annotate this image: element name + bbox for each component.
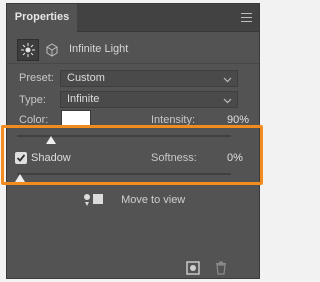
panel-title: Infinite Light (69, 43, 129, 55)
type-value: Infinite (67, 93, 100, 105)
color-swatch[interactable] (61, 110, 91, 126)
panel-menu-icon[interactable] (241, 13, 252, 22)
render-icon[interactable] (186, 261, 200, 278)
preset-label: Preset: (19, 72, 54, 84)
3d-scene-icon[interactable] (45, 43, 59, 60)
shadow-section-highlight (1, 125, 263, 185)
move-to-view-label: Move to view (121, 193, 186, 206)
chevron-down-icon (223, 74, 232, 89)
panel-tab-bar: Properties (7, 4, 259, 32)
sun-icon[interactable] (17, 39, 39, 61)
move-to-view-button[interactable]: Move to view (82, 192, 185, 208)
move-to-view-icon (84, 194, 103, 206)
panel-footer (7, 255, 259, 279)
preset-dropdown[interactable]: Custom (60, 70, 238, 87)
chevron-down-icon (223, 95, 232, 110)
preset-value: Custom (67, 72, 105, 84)
trash-icon[interactable] (214, 261, 228, 278)
type-dropdown[interactable]: Infinite (60, 91, 238, 108)
type-label: Type: (19, 94, 46, 106)
light-header: Infinite Light (7, 33, 259, 63)
properties-tab[interactable]: Properties (7, 4, 77, 32)
divider (7, 63, 259, 64)
